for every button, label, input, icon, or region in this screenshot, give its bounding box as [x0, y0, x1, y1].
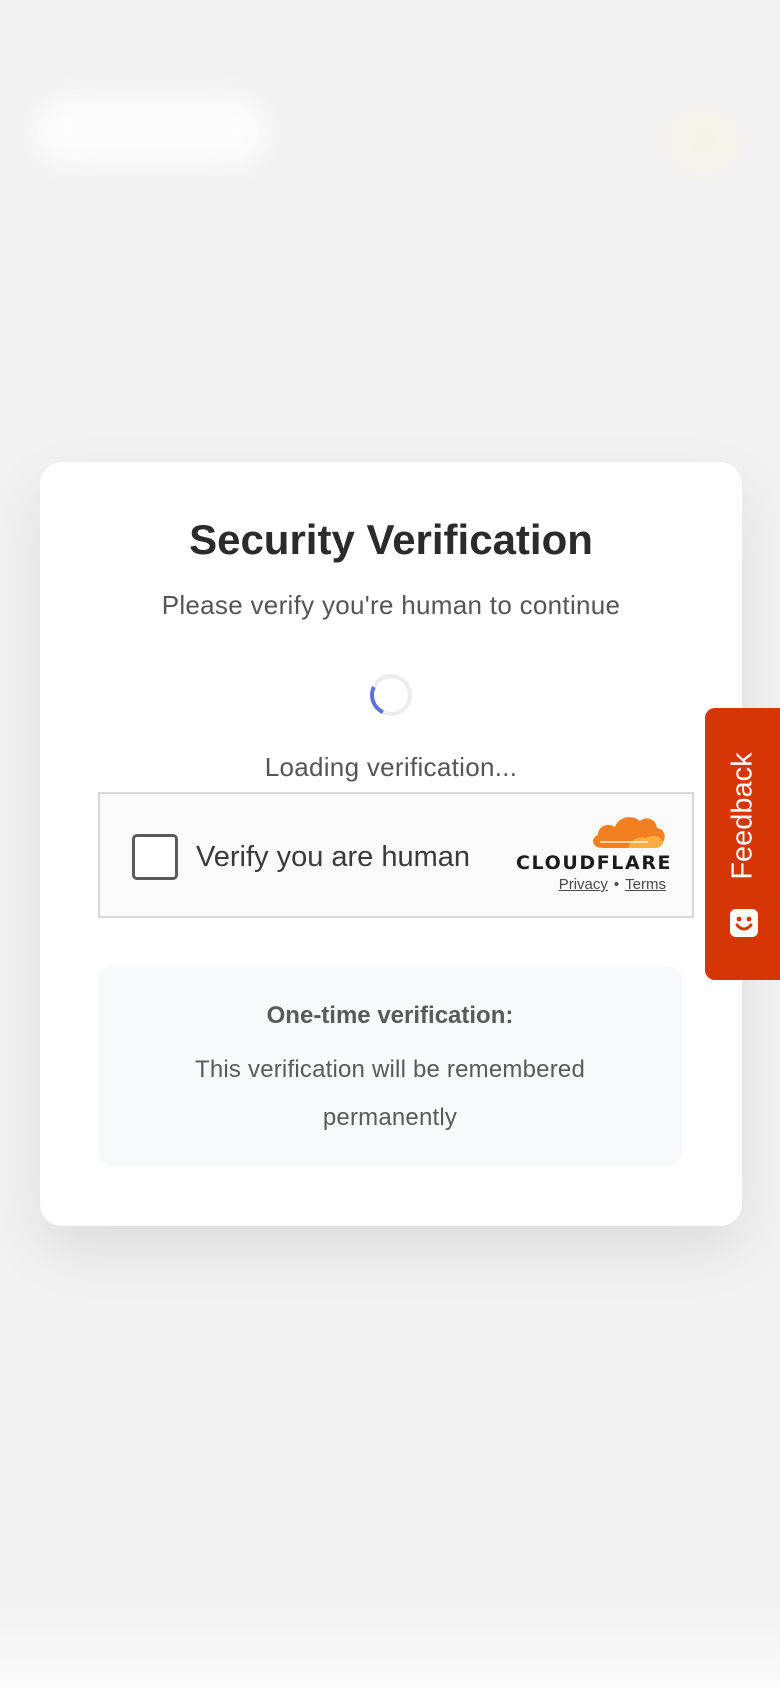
terms-link[interactable]: Terms: [625, 876, 666, 893]
info-title: One-time verification:: [266, 1002, 514, 1029]
one-time-verification-info: One-time verification: This verification…: [98, 966, 682, 1166]
feedback-label: Feedback: [726, 752, 759, 880]
privacy-link[interactable]: Privacy: [559, 876, 608, 893]
cloudflare-turnstile-widget: Verify you are human CLOUDFLARE Privacy •…: [98, 792, 694, 918]
info-text: This verification will be remembered per…: [194, 1056, 585, 1131]
verify-checkbox-label[interactable]: Verify you are human: [196, 841, 470, 874]
cloudflare-links: Privacy • Terms: [500, 876, 666, 893]
subtitle: Please verify you're human to continue: [161, 590, 621, 620]
loading-spinner-icon: [364, 668, 418, 722]
blurred-footer: [0, 1600, 780, 1688]
feedback-button[interactable]: Feedback: [705, 708, 780, 980]
cloudflare-wordmark: CLOUDFLARE: [516, 852, 673, 874]
blurred-site-logo: [36, 96, 266, 166]
cloudflare-cloud-icon: [593, 817, 665, 848]
loading-text: Loading verification...: [264, 752, 518, 782]
link-separator: •: [613, 876, 620, 893]
verify-checkbox[interactable]: [132, 834, 178, 880]
page-title: Security Verification: [189, 516, 593, 563]
blurred-header-icon: [668, 110, 738, 174]
cloudflare-logo: CLOUDFLARE: [516, 812, 673, 874]
smiley-chat-icon: [730, 909, 758, 937]
security-verification-card: Security Verification Please verify you'…: [40, 462, 742, 1226]
